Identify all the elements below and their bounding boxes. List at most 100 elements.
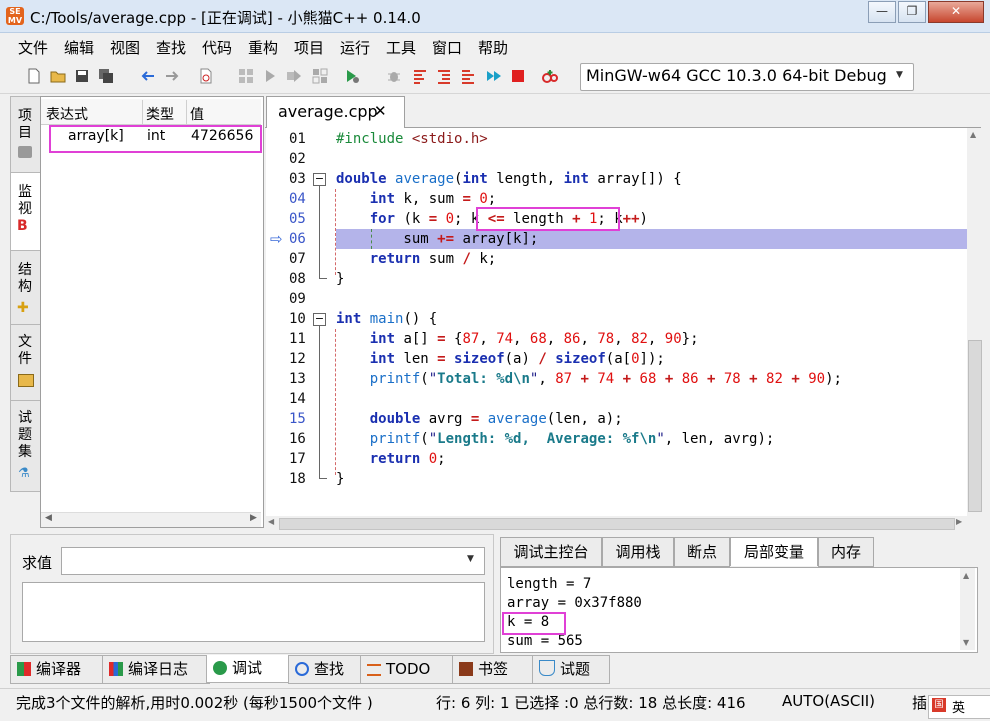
continue-icon[interactable] [486,68,502,84]
execution-arrow-icon: ⇨ [270,230,283,248]
column-divider [186,100,187,124]
folder-icon [18,374,34,387]
menu-run[interactable]: 运行 [340,37,370,58]
tab-call-stack[interactable]: 调用栈 [602,537,674,567]
tab-bookmarks[interactable]: 书签 [452,655,536,684]
watch-col-value[interactable]: 值 [190,104,204,124]
debug-bug-icon[interactable] [386,68,402,84]
file-encoding[interactable]: AUTO(ASCII) [782,692,875,710]
fold-guide [319,278,327,279]
compile-icon[interactable] [238,68,254,84]
scroll-up-icon[interactable]: ▲ [970,130,976,139]
code-line-01: #include <stdio.h> [336,131,488,147]
line-number: 14 [289,391,306,407]
tab-files-label: 文件 [18,334,32,367]
forward-icon[interactable] [164,68,180,84]
structure-icon: ✚ [17,300,29,316]
watch-col-expression[interactable]: 表达式 [46,104,88,124]
code-line-17: return 0; [369,451,446,467]
code-line-04: int k, sum = 0; [369,191,497,207]
menu-window[interactable]: 窗口 [432,37,462,58]
scroll-right-icon[interactable]: ▶ [250,513,257,523]
scroll-up-icon[interactable]: ▲ [963,571,969,580]
evaluate-input[interactable] [61,547,485,575]
tab-debug[interactable]: 调试 [206,655,292,683]
tab-compiler[interactable]: 编译器 [10,655,106,684]
debug-bug-icon [213,661,227,675]
column-divider [142,100,143,124]
close-button[interactable]: ✕ [928,1,984,23]
tab-todo[interactable]: TODO [360,655,456,684]
line-number: 15 [289,411,306,427]
scroll-left-icon[interactable]: ◀ [268,517,274,526]
minimize-button[interactable]: — [868,1,896,23]
step-out-icon[interactable] [460,68,476,84]
tab-local-variables[interactable]: 局部变量 [730,537,818,566]
save-icon[interactable] [74,68,90,84]
ime-language[interactable]: 英 [952,697,965,716]
ime-logo-icon: 国 [932,698,946,712]
debug-settings-icon[interactable] [344,68,360,84]
menu-tools[interactable]: 工具 [386,37,416,58]
new-file-icon[interactable] [26,68,42,84]
restore-button[interactable]: ❐ [898,1,926,23]
open-folder-icon[interactable] [50,68,66,84]
code-line-12: int len = sizeof(a) / sizeof(a[0]); [369,351,665,367]
step-into-icon[interactable] [436,68,452,84]
code-line-06: sum += array[k]; [336,231,539,247]
line-number: 06 [289,231,306,247]
step-over-icon[interactable] [412,68,428,84]
scroll-left-icon[interactable]: ◀ [45,513,52,523]
tab-memory[interactable]: 内存 [818,537,874,567]
tab-breakpoints[interactable]: 断点 [674,537,730,567]
add-watch-icon[interactable] [542,68,558,84]
menu-bar: 文件 编辑 视图 查找 代码 重构 项目 运行 工具 窗口 帮助 [0,33,990,59]
rebuild-icon[interactable] [312,68,328,84]
chevron-down-icon[interactable]: ▼ [467,554,474,564]
scroll-right-icon[interactable]: ▶ [956,517,962,526]
problem-set-icon: ⚗ [18,466,30,481]
menu-search[interactable]: 查找 [156,37,186,58]
cursor-position: 行: 6 列: 1 已选择 :0 总行数: 18 总长度: 416 [436,694,746,712]
search-file-icon[interactable] [198,68,214,84]
code-line-13: printf("Total: %d\n", 87 + 74 + 68 + 86 … [369,371,842,387]
tab-problems-label: 试题 [560,660,591,678]
stop-icon[interactable] [510,68,526,84]
menu-view[interactable]: 视图 [110,37,140,58]
line-number: 16 [289,431,306,447]
watch-col-type[interactable]: 类型 [146,104,174,124]
tab-bookmarks-label: 书签 [478,660,509,678]
menu-help[interactable]: 帮助 [478,37,508,58]
menu-project[interactable]: 项目 [294,37,324,58]
fold-toggle-icon[interactable]: − [313,173,326,186]
editor-hscroll-thumb[interactable] [279,518,955,530]
insert-mode: 插 [912,694,928,712]
menu-refactor[interactable]: 重构 [248,37,278,58]
scroll-down-icon[interactable]: ▼ [963,638,969,647]
menu-code[interactable]: 代码 [202,37,232,58]
code-line-10: int main() { [336,311,438,327]
back-icon[interactable] [140,68,156,84]
editor-scroll-thumb[interactable] [968,340,982,512]
menu-edit[interactable]: 编辑 [64,37,94,58]
tab-problems[interactable]: 试题 [532,655,610,684]
tab-todo-label: TODO [386,660,431,678]
fold-toggle-icon[interactable]: − [313,313,326,326]
editor-tab-label: average.cpp [278,102,378,121]
menu-file[interactable]: 文件 [18,37,48,58]
tab-compile-log-label: 编译日志 [128,660,189,678]
compiler-select-value: MinGW-w64 GCC 10.3.0 64-bit Debug [586,66,887,85]
compile-run-icon[interactable] [286,68,302,84]
save-all-icon[interactable] [98,68,114,84]
tab-debug-label: 调试 [232,659,263,677]
tab-debug-console[interactable]: 调试主控台 [500,537,602,567]
chevron-down-icon: ▼ [896,70,903,80]
bookmark-icon [459,662,473,676]
run-icon[interactable] [262,68,278,84]
flask-icon [539,660,555,676]
tab-find[interactable]: 查找 [288,655,364,684]
tab-compile-log[interactable]: 编译日志 [102,655,210,684]
watch-horizontal-scrollbar[interactable] [41,512,261,527]
close-tab-icon[interactable]: ✕ [374,102,387,120]
tab-watch-label: 监视 [18,184,32,217]
